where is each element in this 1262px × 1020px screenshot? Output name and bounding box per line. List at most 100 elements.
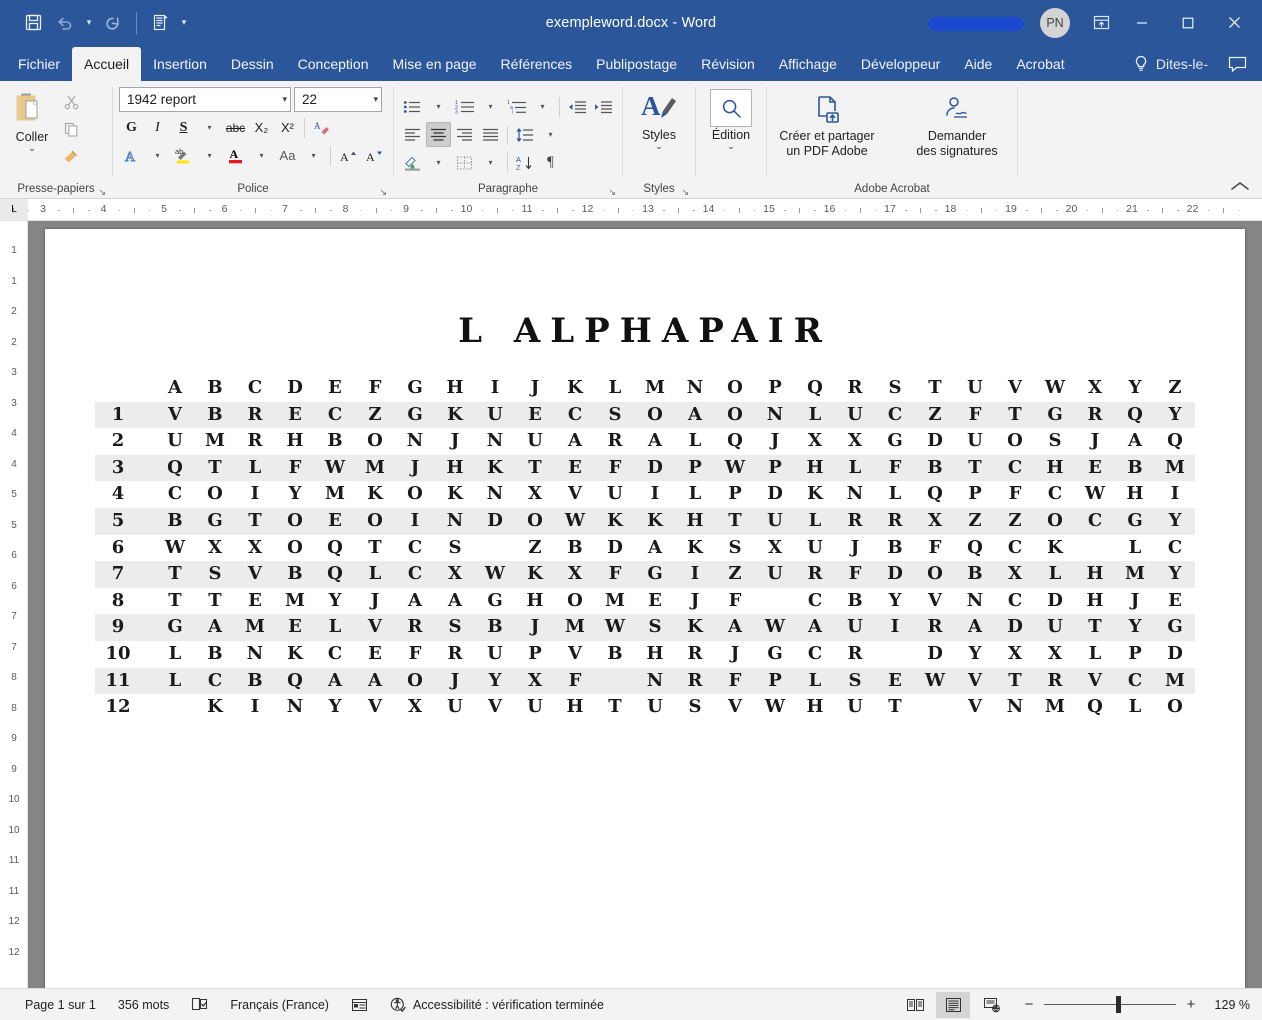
zoom-level[interactable]: 129 % [1202, 998, 1250, 1012]
tab-references[interactable]: Références [489, 47, 585, 81]
styles-button[interactable]: A Styles ⌄ [629, 87, 689, 151]
customize-qat-icon[interactable]: ▾ [177, 10, 191, 36]
bullets-dropdown-icon[interactable]: ▾ [426, 94, 451, 119]
editing-dropdown-icon[interactable]: ⌄ [727, 142, 735, 151]
create-share-pdf-button[interactable]: Créer et partager un PDF Adobe [773, 93, 881, 159]
underline-dropdown-icon[interactable]: ▾ [197, 115, 222, 140]
shrink-font-icon[interactable]: A [361, 143, 386, 168]
editing-button[interactable]: Édition ⌄ [702, 87, 760, 151]
tab-conception[interactable]: Conception [286, 47, 381, 81]
borders-icon[interactable] [452, 150, 477, 175]
line-spacing-icon[interactable] [512, 122, 537, 147]
zoom-slider[interactable]: − + [1022, 996, 1198, 1013]
document-scroll-area[interactable]: L ALPHAPAIR ABCDEFGHIJKLMNOPQRSTUVWXYZ 1… [28, 221, 1262, 988]
minimize-button[interactable] [1120, 0, 1164, 45]
lightbulb-icon[interactable] [1128, 55, 1154, 73]
find-icon[interactable] [710, 89, 752, 127]
font-size-caret-icon[interactable]: ▾ [369, 94, 378, 105]
font-name-combo[interactable]: 1942 report ▾ [119, 87, 291, 112]
align-left-icon[interactable] [400, 122, 425, 147]
tab-fichier[interactable]: Fichier [6, 47, 72, 81]
bullets-icon[interactable] [400, 94, 425, 119]
close-button[interactable] [1212, 0, 1256, 45]
tab-mise-en-page[interactable]: Mise en page [380, 47, 488, 81]
borders-dropdown-icon[interactable]: ▾ [478, 150, 503, 175]
shading-icon[interactable] [400, 150, 425, 175]
multilevel-dropdown-icon[interactable]: ▾ [530, 94, 555, 119]
page-indicator[interactable]: Page 1 sur 1 [14, 998, 107, 1012]
numbering-icon[interactable]: 1 2 3 [452, 94, 477, 119]
font-name-caret-icon[interactable]: ▾ [278, 94, 287, 105]
zoom-out-button[interactable]: − [1022, 996, 1036, 1013]
cut-icon[interactable] [58, 90, 84, 114]
maximize-button[interactable] [1166, 0, 1210, 45]
tab-developpeur[interactable]: Développeur [849, 47, 952, 81]
tab-revision[interactable]: Révision [689, 47, 767, 81]
copy-icon[interactable] [58, 117, 84, 141]
redo-icon[interactable] [98, 8, 128, 38]
tab-aide[interactable]: Aide [952, 47, 1004, 81]
document-page[interactable]: L ALPHAPAIR ABCDEFGHIJKLMNOPQRSTUVWXYZ 1… [45, 229, 1245, 988]
web-layout-button[interactable] [974, 992, 1008, 1018]
tab-dessin[interactable]: Dessin [219, 47, 286, 81]
strikethrough-button[interactable]: abc [223, 115, 248, 140]
highlight-icon[interactable]: ab [171, 143, 196, 168]
print-layout-button[interactable] [936, 991, 970, 1018]
vertical-ruler[interactable]: 1 1 2 2 3 3 4 4 5 5 6 6 7 7 8 8 9 9 10 10 11 11 12 12 [0, 221, 28, 988]
avatar[interactable]: PN [1040, 7, 1070, 38]
comments-icon[interactable] [1220, 56, 1254, 73]
tab-insertion[interactable]: Insertion [141, 47, 219, 81]
numbering-dropdown-icon[interactable]: ▾ [478, 94, 503, 119]
zoom-thumb[interactable] [1116, 996, 1121, 1013]
format-painter-icon[interactable] [58, 144, 84, 168]
font-color-dropdown-icon[interactable]: ▾ [249, 143, 274, 168]
text-effects-dropdown-icon[interactable]: ▾ [145, 143, 170, 168]
styles-dropdown-icon[interactable]: ⌄ [655, 142, 663, 151]
undo-dropdown-icon[interactable]: ▾ [82, 10, 96, 36]
read-mode-button[interactable] [898, 992, 932, 1018]
undo-icon[interactable] [50, 8, 80, 38]
sort-icon[interactable]: A Z [512, 150, 537, 175]
decrease-indent-icon[interactable] [564, 94, 589, 119]
collapse-ribbon-icon[interactable] [1230, 181, 1250, 195]
paste-dropdown-icon[interactable]: ⌄ [28, 144, 36, 153]
increase-indent-icon[interactable] [590, 94, 615, 119]
request-signatures-button[interactable]: Demander des signatures [903, 93, 1011, 159]
tab-accueil[interactable]: Accueil [72, 47, 142, 81]
ruler-track[interactable]: 3 4 5 6 7 8 9 10 11 12 13 14 15 16 17 18 19 20 21 22 [12, 199, 1262, 220]
font-size-combo[interactable]: 22 ▾ [294, 87, 382, 112]
print-preview-icon[interactable] [145, 8, 175, 38]
language-indicator[interactable]: Français (France) [219, 998, 340, 1012]
save-icon[interactable] [18, 8, 48, 38]
shading-dropdown-icon[interactable]: ▾ [426, 150, 451, 175]
highlight-dropdown-icon[interactable]: ▾ [197, 143, 222, 168]
change-case-button[interactable]: Aa [275, 143, 300, 168]
show-formatting-marks-button[interactable]: ¶ [538, 150, 563, 175]
tab-affichage[interactable]: Affichage [767, 47, 849, 81]
change-case-dropdown-icon[interactable]: ▾ [301, 143, 326, 168]
justify-icon[interactable] [478, 122, 503, 147]
tell-me-label[interactable]: Dites-le- [1156, 56, 1218, 72]
underline-button[interactable]: S [171, 115, 196, 140]
tab-publipostage[interactable]: Publipostage [584, 47, 689, 81]
clear-formatting-icon[interactable]: A [309, 115, 334, 140]
text-effects-icon[interactable]: A [119, 143, 144, 168]
bold-button[interactable]: G [119, 115, 144, 140]
tab-acrobat[interactable]: Acrobat [1004, 47, 1076, 81]
subscript-button[interactable]: X₂ [249, 115, 274, 140]
proofing-status-icon[interactable] [180, 997, 219, 1012]
italic-button[interactable]: I [145, 115, 170, 140]
zoom-track[interactable] [1044, 996, 1176, 1013]
line-spacing-dropdown-icon[interactable]: ▾ [538, 122, 563, 147]
accessibility-status[interactable]: Accessibilité : vérification terminée [379, 997, 615, 1013]
superscript-button[interactable]: X² [275, 115, 300, 140]
horizontal-ruler[interactable]: L 3 4 5 6 7 8 9 10 11 12 13 14 15 16 17 18 19 20 21 22 [0, 199, 1262, 221]
grow-font-icon[interactable]: A [335, 143, 360, 168]
word-count[interactable]: 356 mots [107, 998, 180, 1012]
tab-stop-selector[interactable]: L [0, 199, 28, 220]
font-color-icon[interactable]: A [223, 143, 248, 168]
multilevel-list-icon[interactable]: 1 a i [504, 94, 529, 119]
ribbon-display-options-icon[interactable] [1084, 8, 1118, 38]
macro-recording-icon[interactable] [340, 998, 379, 1012]
paste-button[interactable]: Coller ⌄ [6, 87, 58, 153]
